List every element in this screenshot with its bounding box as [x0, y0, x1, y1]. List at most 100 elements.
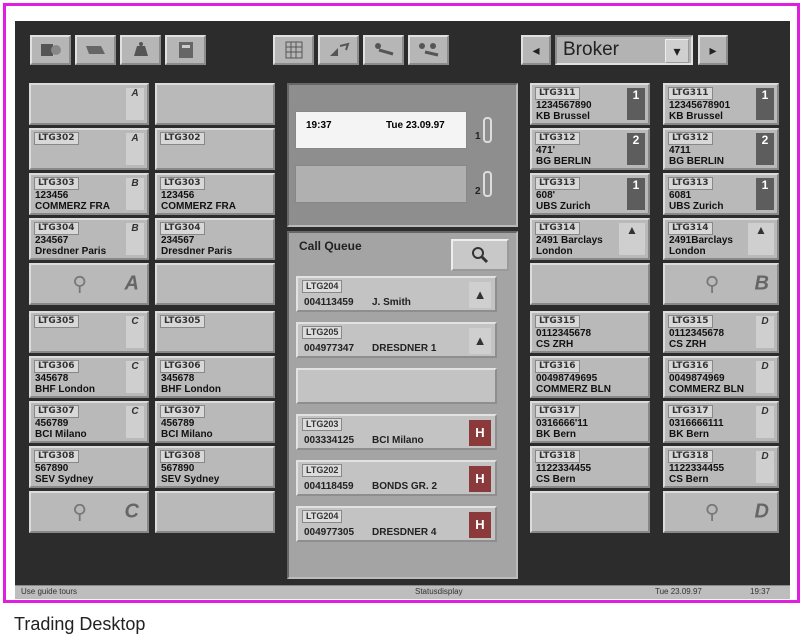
- line-key-col2-8[interactable]: LTG307 456789 BCI Milano: [155, 401, 275, 443]
- line-number: 456789: [35, 418, 69, 429]
- hold-icon[interactable]: H: [469, 420, 491, 446]
- next-arrow-button[interactable]: ▸: [698, 35, 728, 65]
- line-key-col4-1[interactable]: LTG311 1234567890 KB Brussel 1: [530, 83, 650, 125]
- line-key-col4-10[interactable]: [530, 491, 650, 533]
- line-tag: LTG307: [34, 405, 79, 418]
- broker-select[interactable]: Broker ▾: [555, 35, 693, 65]
- speaker-group-icon: C: [126, 406, 144, 438]
- line-key-col5-4[interactable]: LTG314 2491Barclays London ▲: [663, 218, 779, 260]
- line-tag: LTG306: [34, 360, 79, 373]
- line-party-name: BG BERLIN: [669, 156, 724, 167]
- line-count-badge: 1: [627, 178, 645, 210]
- speaker-group-icon: C: [126, 316, 144, 348]
- line-tag: LTG304: [34, 222, 79, 235]
- queue-caller-name: DRESDNER 1: [372, 343, 437, 354]
- line-key-col5-6[interactable]: LTG315 0112345678 CS ZRH D: [663, 311, 779, 353]
- line-key-col5-3[interactable]: LTG313 6081 UBS Zurich 1: [663, 173, 779, 215]
- line-key-col2-7[interactable]: LTG306 345678 BHF London: [155, 356, 275, 398]
- line-party-name: Dresdner Paris: [35, 246, 107, 257]
- line-key-col4-5[interactable]: [530, 263, 650, 305]
- line-key-col5-10[interactable]: ⚲ D: [663, 491, 779, 533]
- chevron-down-icon[interactable]: ▾: [665, 39, 689, 63]
- queue-search-button[interactable]: [451, 239, 509, 271]
- line-key-col2-3[interactable]: LTG303 123456 COMMERZ FRA: [155, 173, 275, 215]
- handset-1-index: 1: [475, 131, 481, 142]
- grid-icon[interactable]: [273, 35, 314, 65]
- handset-2-display[interactable]: [295, 165, 467, 203]
- line-key-col1-2[interactable]: LTG302 A: [29, 128, 149, 170]
- hold-icon[interactable]: H: [469, 512, 491, 538]
- line-tag: LTG314: [668, 222, 713, 235]
- call-queue-row[interactable]: LTG202 004118459 BONDS GR. 2 H: [296, 460, 497, 496]
- line-key-col2-6[interactable]: LTG305: [155, 311, 275, 353]
- line-count-badge: 1: [756, 88, 774, 120]
- line-key-col2-1[interactable]: [155, 83, 275, 125]
- line-number: 0316666'11: [536, 418, 588, 429]
- line-key-col4-8[interactable]: LTG317 0316666'11 BK Bern: [530, 401, 650, 443]
- line-key-col1-4[interactable]: LTG304 234567 Dresdner Paris B: [29, 218, 149, 260]
- transfer-icon[interactable]: [318, 35, 359, 65]
- line-tag: LTG304: [160, 222, 205, 235]
- line-key-col4-2[interactable]: LTG312 471' BG BERLIN 2: [530, 128, 650, 170]
- line-key-col1-1[interactable]: A: [29, 83, 149, 125]
- status-bar: Use guide tours Statusdisplay Tue 23.09.…: [15, 585, 790, 599]
- line-key-col5-1[interactable]: LTG311 12345678901 KB Brussel 1: [663, 83, 779, 125]
- status-time: 19:37: [750, 587, 771, 596]
- conference-icon[interactable]: [408, 35, 449, 65]
- line-key-col2-9[interactable]: LTG308 567890 SEV Sydney: [155, 446, 275, 488]
- line-tag: LTG311: [668, 87, 713, 100]
- line-key-col1-10[interactable]: ⚲ C: [29, 491, 149, 533]
- call-queue-row[interactable]: LTG204 004113459 J. Smith ▲: [296, 276, 497, 312]
- prev-arrow-button[interactable]: ◂: [521, 35, 551, 65]
- bell-icon[interactable]: ▲: [469, 282, 491, 308]
- line-key-col4-3[interactable]: LTG313 608' UBS Zurich 1: [530, 173, 650, 215]
- phone-book-icon[interactable]: [30, 35, 71, 65]
- line-number: 456789: [161, 418, 195, 429]
- line-party-name: COMMERZ FRA: [35, 201, 110, 212]
- line-key-col1-9[interactable]: LTG308 567890 SEV Sydney: [29, 446, 149, 488]
- status-display: Statusdisplay: [415, 587, 463, 596]
- line-key-col5-8[interactable]: LTG317 0316666111 BK Bern D: [663, 401, 779, 443]
- line-key-col5-5[interactable]: ⚲ B: [663, 263, 779, 305]
- line-key-col1-7[interactable]: LTG306 345678 BHF London C: [29, 356, 149, 398]
- line-key-col2-2[interactable]: LTG302: [155, 128, 275, 170]
- hold-icon[interactable]: H: [469, 466, 491, 492]
- handset-panel: 19:37 Tue 23.09.97 1 2: [287, 83, 518, 227]
- line-party-name: BK Bern: [669, 429, 710, 440]
- line-key-col2-10[interactable]: [155, 491, 275, 533]
- handset-1-display[interactable]: 19:37 Tue 23.09.97: [295, 111, 467, 149]
- line-key-col1-6[interactable]: LTG305 C: [29, 311, 149, 353]
- line-number: 1234567890: [536, 100, 592, 111]
- bell-person-icon[interactable]: [120, 35, 161, 65]
- line-tag: LTG305: [160, 315, 205, 328]
- line-key-col1-3[interactable]: LTG303 123456 COMMERZ FRA B: [29, 173, 149, 215]
- call-queue-row[interactable]: LTG203 003334125 BCI Milano H: [296, 414, 497, 450]
- line-key-col4-7[interactable]: LTG316 00498749695 COMMERZ BLN: [530, 356, 650, 398]
- queue-caller-name: J. Smith: [372, 297, 411, 308]
- speaker-group-icon: C: [126, 361, 144, 393]
- call-queue-row[interactable]: [296, 368, 497, 404]
- line-key-col2-4[interactable]: LTG304 234567 Dresdner Paris: [155, 218, 275, 260]
- call-queue-row[interactable]: LTG205 004977347 DRESDNER 1 ▲: [296, 322, 497, 358]
- line-key-col5-2[interactable]: LTG312 4711 BG BERLIN 2: [663, 128, 779, 170]
- line-key-col4-6[interactable]: LTG315 0112345678 CS ZRH: [530, 311, 650, 353]
- line-count-badge: 1: [627, 88, 645, 120]
- call-queue-row[interactable]: LTG204 004977305 DRESDNER 4 H: [296, 506, 497, 542]
- line-key-col5-9[interactable]: LTG318 1122334455 CS Bern D: [663, 446, 779, 488]
- line-key-col4-9[interactable]: LTG318 1122334455 CS Bern: [530, 446, 650, 488]
- bell-icon[interactable]: ▲: [469, 328, 491, 354]
- line-key-col5-7[interactable]: LTG316 0049874969 COMMERZ BLN D: [663, 356, 779, 398]
- line-key-col1-5[interactable]: ⚲ A: [29, 263, 149, 305]
- handset-icon[interactable]: [75, 35, 116, 65]
- line-party-name: UBS Zurich: [536, 201, 591, 212]
- keypad-phone-icon[interactable]: [165, 35, 206, 65]
- handset-2-index: 2: [475, 186, 481, 197]
- line-key-col1-8[interactable]: LTG307 456789 BCI Milano C: [29, 401, 149, 443]
- line-tag: LTG313: [668, 177, 713, 190]
- forward-icon[interactable]: [363, 35, 404, 65]
- line-key-col2-5[interactable]: [155, 263, 275, 305]
- queue-line-tag: LTG204: [302, 280, 343, 293]
- line-key-col4-4[interactable]: LTG314 2491 Barclays London ▲: [530, 218, 650, 260]
- line-tag: LTG302: [34, 132, 79, 145]
- line-tag: LTG317: [535, 405, 580, 418]
